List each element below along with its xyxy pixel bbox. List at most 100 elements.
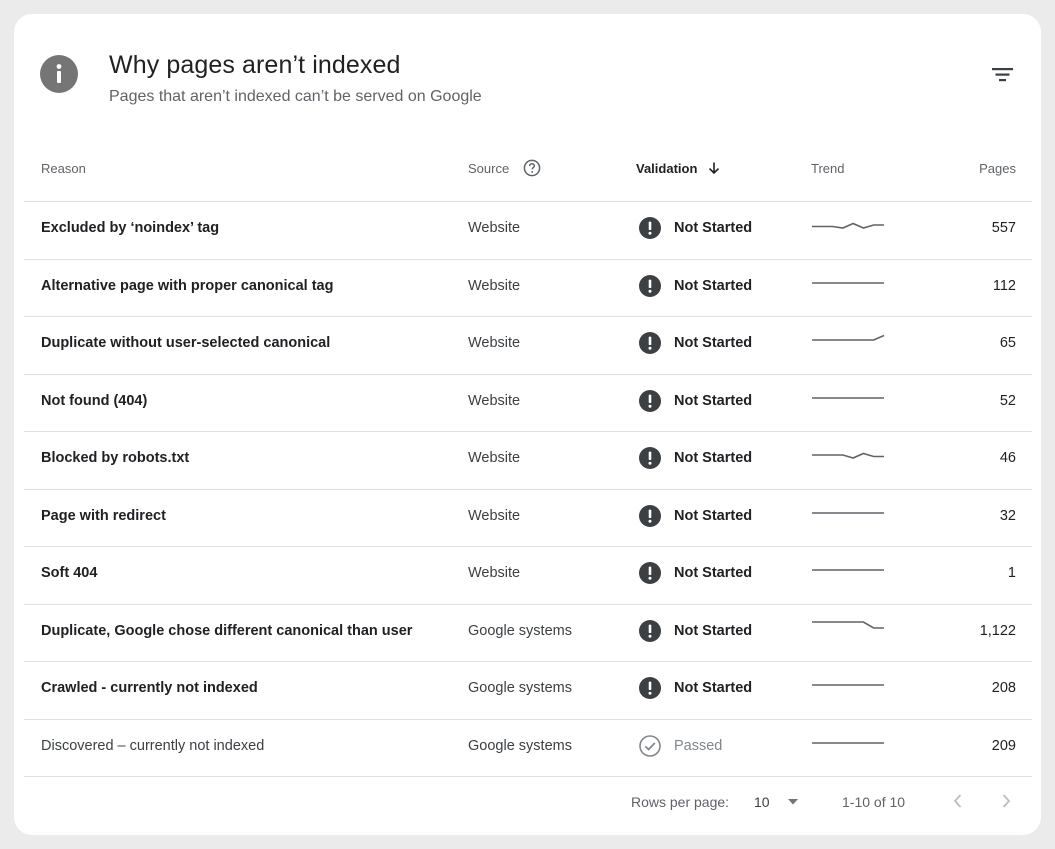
- dropdown-caret-icon[interactable]: [787, 798, 799, 806]
- row-reason: Alternative page with proper canonical t…: [41, 277, 334, 294]
- row-source: Website: [468, 507, 521, 524]
- info-icon: [40, 55, 78, 93]
- trend-sparkline: [812, 684, 884, 686]
- row-validation: Passed: [638, 720, 722, 772]
- trend-line: [812, 334, 885, 341]
- trend-sparkline: [812, 281, 884, 284]
- row-validation: Not Started: [638, 317, 752, 369]
- row-trend: [811, 432, 885, 484]
- report-card: Why pages aren’t indexed Pages that aren…: [14, 14, 1041, 835]
- row-validation: Not Started: [638, 432, 752, 484]
- exclamation-circle-icon: [639, 217, 661, 239]
- column-header-pages[interactable]: Pages: [979, 147, 1016, 191]
- filter-icon: [992, 68, 1013, 82]
- exclamation-circle-icon: [639, 389, 661, 412]
- trend-sparkline: [812, 620, 884, 629]
- table-row[interactable]: Excluded by ‘noindex’ tag Website Not Star…: [24, 202, 1032, 260]
- exclamation-circle-icon: [639, 447, 661, 469]
- table-body: Excluded by ‘noindex’ tag Website Not Star…: [24, 202, 1032, 777]
- exclamation-circle-icon: [639, 274, 661, 297]
- row-source: Website: [468, 335, 521, 351]
- validation-status: Not Started: [674, 622, 753, 639]
- trend-line: [812, 222, 884, 229]
- exclamation-circle-icon: [639, 562, 661, 584]
- chevron-right-icon[interactable]: [996, 791, 1016, 811]
- row-pages: 112: [992, 277, 1016, 294]
- row-source: Website: [468, 450, 521, 466]
- row-reason: Page with redirect: [41, 507, 166, 524]
- table-header: Reason Source Validation Trend Pages: [24, 147, 1032, 202]
- trend-sparkline: [812, 511, 884, 514]
- column-header-validation[interactable]: Validation: [636, 147, 721, 191]
- column-header-reason[interactable]: Reason: [41, 147, 86, 191]
- validation-status: Not Started: [674, 565, 753, 581]
- row-validation: Not Started: [638, 490, 752, 542]
- trend-line: [812, 452, 884, 459]
- row-trend: [811, 317, 885, 369]
- table-row[interactable]: Soft 404 Website Not Started 1: [24, 547, 1032, 605]
- row-reason: Excluded by ‘noindex’ tag: [41, 220, 220, 236]
- row-pages: 208: [991, 680, 1016, 696]
- validation-status: Not Started: [674, 220, 753, 236]
- chevron-left-icon[interactable]: [948, 791, 968, 811]
- trend-sparkline: [812, 334, 885, 341]
- row-validation: Not Started: [638, 260, 752, 312]
- table-row[interactable]: Alternative page with proper canonical t…: [24, 260, 1032, 317]
- trend-sparkline: [812, 452, 884, 459]
- validation-status: Not Started: [674, 392, 753, 409]
- validation-status: Not Started: [674, 450, 753, 466]
- page-title: Why pages aren’t indexed: [109, 51, 401, 79]
- column-header-source[interactable]: Source: [468, 147, 541, 191]
- table-row[interactable]: Page with redirect Website Not Started 32: [24, 490, 1032, 547]
- row-reason: Blocked by robots.txt: [41, 450, 190, 466]
- filter-button[interactable]: [986, 62, 1018, 88]
- validation-status: Not Started: [674, 335, 753, 351]
- table-row[interactable]: Duplicate without user-selected canonica…: [24, 317, 1032, 375]
- pagination: Rows per page: 10 1-10 of 10: [14, 784, 1041, 824]
- row-source: Google systems: [468, 622, 572, 639]
- arrow-down-icon: [708, 162, 720, 175]
- row-pages: 32: [999, 507, 1016, 524]
- row-source: Website: [468, 220, 521, 236]
- table-row[interactable]: Crawled - currently not indexed Google sy…: [24, 662, 1032, 720]
- check-circle-icon: [639, 734, 661, 757]
- row-reason: Duplicate without user-selected canonica…: [41, 335, 331, 351]
- rows-per-page-select[interactable]: 10: [754, 794, 770, 810]
- row-trend: [811, 547, 885, 599]
- row-validation: Not Started: [638, 662, 752, 714]
- table-row[interactable]: Not found (404) Website Not Started 52: [24, 375, 1032, 432]
- trend-sparkline: [812, 222, 884, 229]
- exclamation-circle-icon: [639, 504, 661, 527]
- validation-status: Passed: [674, 737, 723, 754]
- help-icon[interactable]: [523, 159, 541, 177]
- row-reason: Not found (404): [41, 392, 148, 409]
- row-pages: 52: [999, 392, 1016, 409]
- table-row[interactable]: Duplicate, Google chose different canoni…: [24, 605, 1032, 662]
- row-pages: 209: [991, 737, 1016, 754]
- row-source: Website: [468, 392, 521, 409]
- exclamation-circle-icon: [639, 619, 661, 642]
- validation-status: Not Started: [674, 507, 753, 524]
- row-trend: [811, 662, 885, 714]
- row-pages: 1,122: [979, 622, 1016, 639]
- pagination-range: 1-10 of 10: [842, 794, 906, 810]
- row-validation: Not Started: [638, 375, 752, 427]
- row-trend: [811, 375, 885, 427]
- row-trend: [811, 202, 885, 254]
- card-header: Why pages aren’t indexed Pages that aren…: [14, 14, 1041, 144]
- row-source: Website: [468, 565, 521, 581]
- column-header-validation-label: Validation: [636, 161, 698, 176]
- row-reason: Discovered – currently not indexed: [41, 737, 265, 754]
- table-row[interactable]: Blocked by robots.txt Website Not Started 4…: [24, 432, 1032, 490]
- row-pages: 46: [999, 450, 1016, 466]
- trend-sparkline: [812, 569, 884, 571]
- row-reason: Soft 404: [41, 565, 98, 581]
- row-validation: Not Started: [638, 547, 752, 599]
- row-validation: Not Started: [638, 605, 752, 657]
- table-row[interactable]: Discovered – currently not indexed Google…: [24, 720, 1032, 777]
- row-pages: 1: [1007, 565, 1016, 581]
- row-source: Google systems: [468, 737, 572, 754]
- row-source: Website: [468, 277, 521, 294]
- row-reason: Duplicate, Google chose different canoni…: [41, 622, 413, 639]
- trend-line: [812, 620, 884, 629]
